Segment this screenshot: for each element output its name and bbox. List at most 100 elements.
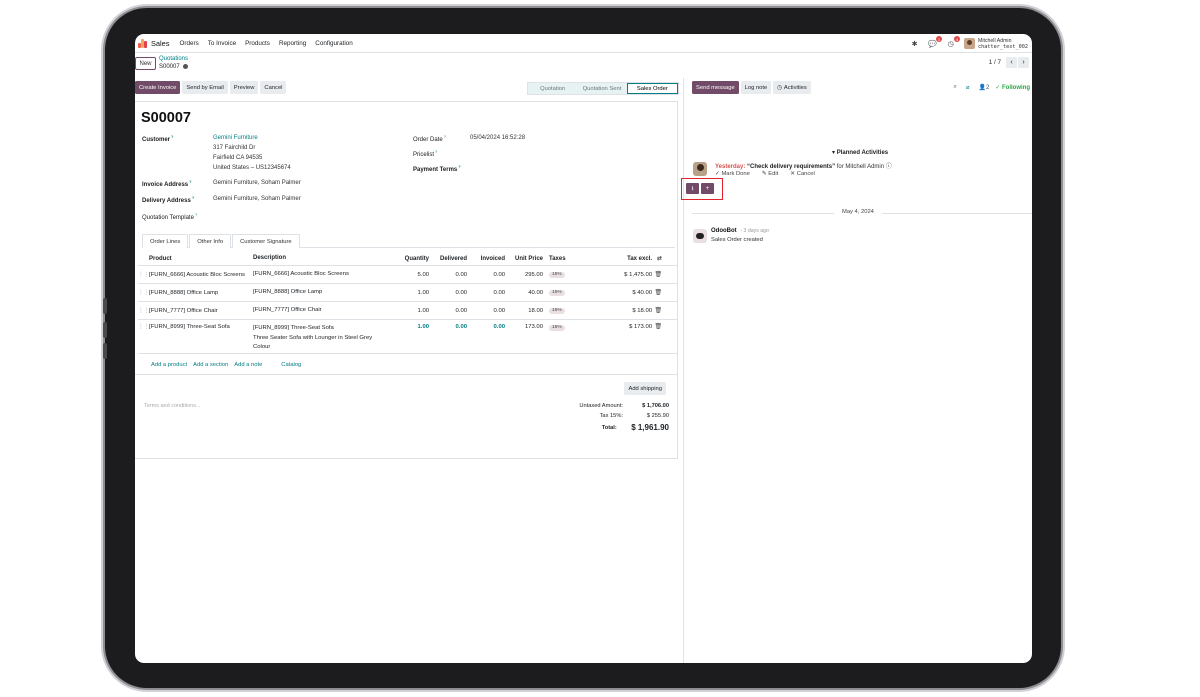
line-unit-price[interactable]: 295.00 [505, 272, 543, 278]
menu-products[interactable]: Products [245, 40, 270, 47]
line-delivered: 0.00 [455, 289, 467, 296]
add-note-link[interactable]: Add a note [234, 362, 262, 368]
line-product[interactable]: [FURN_8888] Office Lamp [149, 290, 253, 296]
add-line-links: Add a product Add a section Add a note C… [151, 362, 307, 368]
send-message-button[interactable]: Send message [692, 81, 739, 94]
pager: 1 / 7 ‹ › [989, 57, 1029, 68]
tab-order-lines[interactable]: Order Lines [142, 234, 189, 248]
line-description[interactable]: [FURN_8888] Office Lamp [253, 288, 391, 298]
status-quotation-sent[interactable]: Quotation Sent [577, 83, 627, 94]
line-unit-price[interactable]: 40.00 [505, 290, 543, 296]
pager-previous-button[interactable]: ‹ [1006, 57, 1017, 68]
chat-icon[interactable]: 💬 1 [928, 36, 943, 48]
col-taxes[interactable]: Taxes [543, 256, 603, 262]
add-section-link[interactable]: Add a section [193, 362, 228, 368]
table-row[interactable]: ⋮⋮ [FURN_8999] Three-Seat Sofa [FURN_899… [138, 320, 678, 354]
pager-next-button[interactable]: › [1018, 57, 1029, 68]
col-invoiced[interactable]: Invoiced [467, 256, 505, 262]
menu-orders[interactable]: Orders [180, 40, 199, 47]
cancel-activity-button[interactable]: ✕ Cancel [790, 171, 821, 177]
clock-icon[interactable]: ◷ 4 [946, 36, 961, 48]
gear-icon[interactable] [182, 64, 188, 69]
menu-to-invoice[interactable]: To Invoice [208, 40, 236, 47]
status-quotation[interactable]: Quotation [528, 83, 578, 94]
line-description[interactable]: [FURN_6666] Acoustic Bloc Screens [253, 270, 391, 280]
line-quantity[interactable]: 1.00 [391, 308, 429, 314]
terms-input[interactable]: Terms and conditions... [144, 403, 201, 409]
drag-handle-icon[interactable]: ⋮⋮ [138, 290, 150, 296]
app-name[interactable]: Sales [151, 39, 170, 48]
log-note-button[interactable]: Log note [740, 81, 772, 94]
line-unit-price[interactable]: 18.00 [505, 308, 543, 314]
side-button [103, 298, 107, 314]
line-unit-price[interactable]: 173.00 [505, 324, 543, 330]
add-shipping-button[interactable]: Add shipping [624, 382, 666, 395]
col-quantity[interactable]: Quantity [391, 256, 429, 262]
line-product[interactable]: [FURN_8999] Three-Seat Sofa [149, 324, 253, 330]
trash-icon[interactable]: 🗑 [652, 308, 662, 314]
tax-tag[interactable]: 15% [549, 324, 565, 331]
line-quantity[interactable]: 1.00 [391, 324, 429, 330]
col-product[interactable]: Product [149, 256, 253, 262]
status-sales-order[interactable]: Sales Order [626, 83, 678, 94]
drag-handle-icon[interactable]: ⋮⋮ [138, 272, 150, 278]
tax-tag[interactable]: 15% [549, 307, 565, 314]
create-invoice-button[interactable]: Create Invoice [135, 81, 181, 94]
menu-reporting[interactable]: Reporting [279, 40, 306, 47]
author-name[interactable]: OdooBot [711, 228, 737, 234]
line-product[interactable]: [FURN_7777] Office Chair [149, 308, 253, 314]
breadcrumb-quotations[interactable]: Quotations [159, 56, 188, 62]
drag-handle-icon[interactable]: ⋮⋮ [138, 324, 150, 330]
planned-activities-header[interactable]: ▾ Planned Activities [832, 149, 888, 156]
preview-button[interactable]: Preview [229, 81, 259, 94]
catalog-link[interactable]: Catalog [281, 362, 301, 368]
add-product-link[interactable]: Add a product [151, 362, 187, 368]
tab-customer-signature[interactable]: Customer Signature [232, 234, 300, 248]
table-row[interactable]: ⋮⋮ [FURN_6666] Acoustic Bloc Screens [FU… [138, 266, 678, 284]
col-unit-price[interactable]: Unit Price [505, 256, 543, 262]
activities-button[interactable]: ◷ Activities [773, 81, 811, 94]
table-row[interactable]: ⋮⋮ [FURN_8888] Office Lamp [FURN_8888] O… [138, 284, 678, 302]
table-row[interactable]: ⋮⋮ [FURN_7777] Office Chair [FURN_7777] … [138, 302, 678, 320]
col-tax-excl[interactable]: Tax excl. [603, 256, 652, 262]
user-menu[interactable]: Mitchell Admin chatter_test_002 [978, 38, 1028, 50]
user-avatar[interactable] [964, 38, 976, 49]
odoobot-avatar[interactable] [693, 229, 707, 243]
order-date-field[interactable]: 05/04/2024 16:52:28 [470, 133, 525, 143]
drag-handle-icon[interactable]: ⋮⋮ [138, 308, 150, 314]
send-email-button[interactable]: Send by Email [182, 81, 228, 94]
trash-icon[interactable]: 🗑 [652, 290, 662, 296]
plus-icon[interactable]: + [701, 183, 714, 194]
tax-tag[interactable]: 15% [549, 271, 565, 278]
line-description[interactable]: [FURN_7777] Office Chair [253, 306, 391, 316]
download-icon[interactable]: ⭳ [686, 183, 699, 194]
pager-value[interactable]: 1 / 7 [989, 59, 1001, 66]
followers-icon[interactable]: 👤2 [978, 84, 989, 91]
sales-app-icon[interactable] [138, 38, 147, 48]
cancel-button[interactable]: Cancel [260, 81, 287, 94]
tax-tag[interactable]: 15% [549, 289, 565, 296]
mark-done-button[interactable]: ✓ Mark Done [715, 171, 756, 177]
new-button[interactable]: New [135, 57, 156, 70]
clock-icon: ◷ [777, 84, 784, 91]
tab-other-info[interactable]: Other Info [189, 234, 232, 248]
col-delivered[interactable]: Delivered [429, 256, 467, 262]
info-icon[interactable]: ⓘ [886, 164, 892, 170]
column-settings-icon[interactable]: ⇄ [652, 255, 662, 262]
customer-link[interactable]: Gemini Furniture [213, 133, 258, 143]
delivery-address-field[interactable]: Gemini Furniture, Soham Palmer [213, 194, 301, 204]
line-quantity[interactable]: 5.00 [391, 272, 429, 278]
line-quantity[interactable]: 1.00 [391, 290, 429, 296]
trash-icon[interactable]: 🗑 [652, 272, 662, 278]
line-product[interactable]: [FURN_6666] Acoustic Bloc Screens [149, 272, 253, 278]
bug-icon[interactable]: ✱ [910, 39, 919, 48]
search-icon[interactable]: ⌕ [953, 84, 956, 91]
menu-configuration[interactable]: Configuration [315, 40, 352, 47]
trash-icon[interactable]: 🗑 [652, 324, 662, 330]
edit-button[interactable]: ✎ Edit [762, 171, 784, 177]
invoice-address-field[interactable]: Gemini Furniture, Soham Palmer [213, 178, 301, 188]
following-button[interactable]: ✓ Following [995, 84, 1030, 91]
line-description[interactable]: [FURN_8999] Three-Seat Sofa Three Seater… [253, 324, 391, 353]
paperclip-icon[interactable]: ⌀ [966, 84, 970, 91]
col-description[interactable]: Description [253, 254, 391, 264]
